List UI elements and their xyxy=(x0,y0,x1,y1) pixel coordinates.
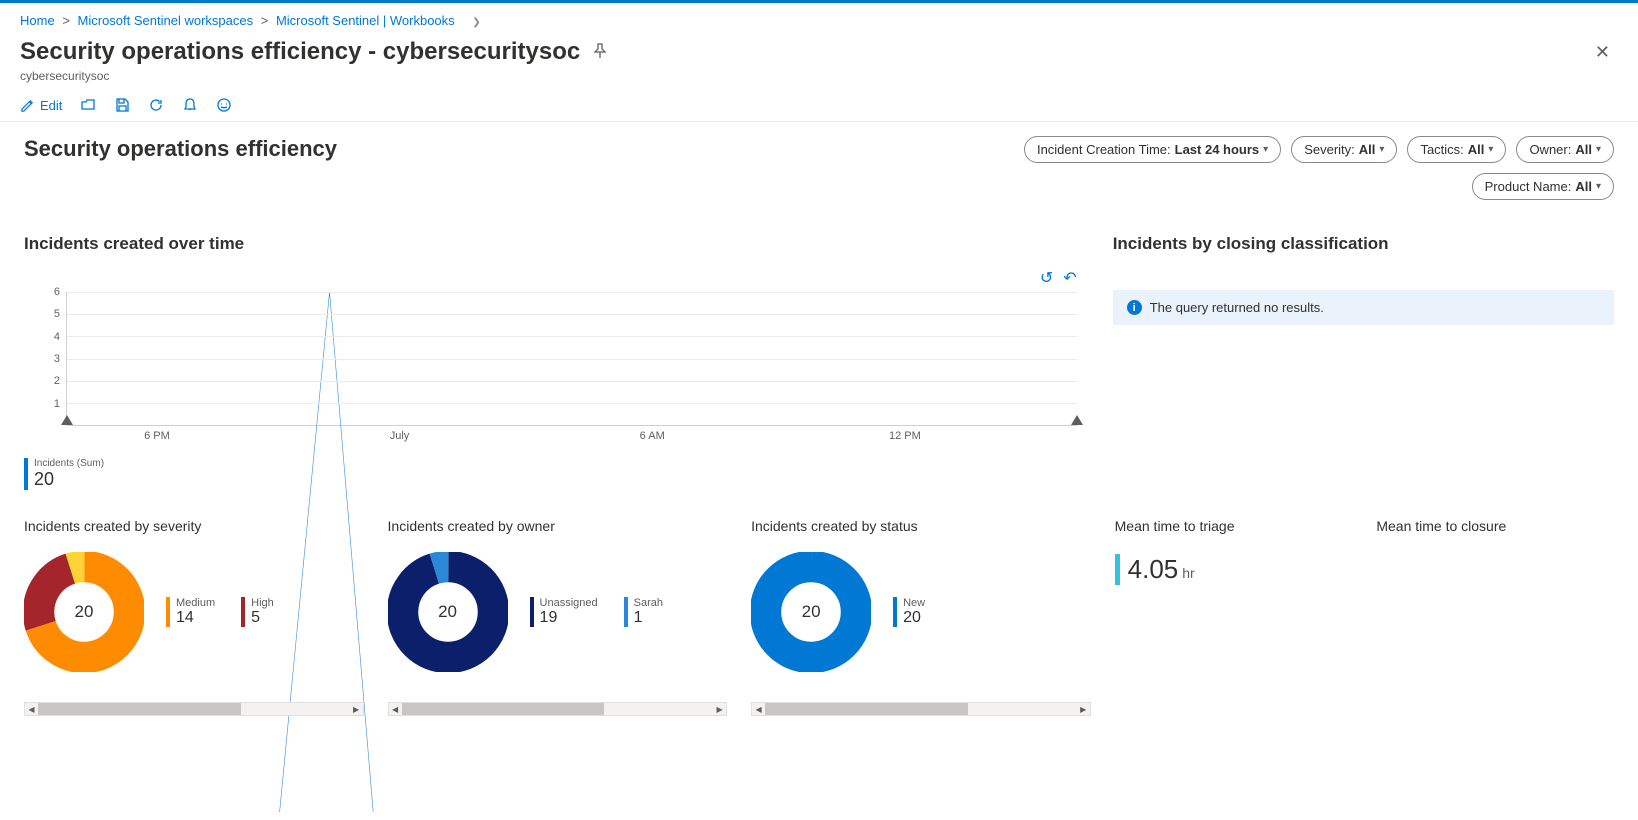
breadcrumb-link-workspaces[interactable]: Microsoft Sentinel workspaces xyxy=(78,13,254,28)
donut-status[interactable]: 20 xyxy=(751,552,871,672)
edit-button[interactable]: Edit xyxy=(20,98,62,113)
toolbar: Edit xyxy=(0,91,1638,122)
filter-incident-creation-time[interactable]: Incident Creation Time: Last 24 hours▾ xyxy=(1024,136,1281,163)
filter-product-name[interactable]: Product Name: All▾ xyxy=(1472,173,1614,200)
donut-owner[interactable]: 20 xyxy=(388,552,508,672)
panel-title-closing: Incidents by closing classification xyxy=(1113,234,1614,254)
breadcrumb: Home > Microsoft Sentinel workspaces > M… xyxy=(0,3,1638,34)
breadcrumb-more-icon[interactable]: ❯ xyxy=(472,17,480,28)
breadcrumb-link-home[interactable]: Home xyxy=(20,13,55,28)
page-subtitle: cybersecuritysoc xyxy=(0,67,1638,91)
no-results-banner: i The query returned no results. xyxy=(1113,290,1614,325)
breadcrumb-link-workbooks[interactable]: Microsoft Sentinel | Workbooks xyxy=(276,13,455,28)
save-icon[interactable] xyxy=(114,97,130,113)
panel-title-overtime: Incidents created over time xyxy=(24,234,1077,254)
close-icon[interactable]: ✕ xyxy=(1587,38,1618,67)
scrollbar-status[interactable]: ◀▶ xyxy=(751,702,1091,716)
notify-icon[interactable] xyxy=(182,97,198,113)
range-handle-right[interactable] xyxy=(1071,415,1083,425)
scrollbar-severity[interactable]: ◀▶ xyxy=(24,702,364,716)
filter-owner[interactable]: Owner: All▾ xyxy=(1516,136,1614,163)
donut-severity[interactable]: 20 xyxy=(24,552,144,672)
card-title-closure: Mean time to closure xyxy=(1376,518,1614,534)
chart-history-icon[interactable]: ↺ xyxy=(1040,268,1053,288)
metric-triage: 4.05 hr xyxy=(1115,554,1353,585)
line-chart[interactable]: 123456 6 PMJuly6 AM12 PM xyxy=(34,292,1077,452)
feedback-icon[interactable] xyxy=(216,97,232,113)
page-title: Security operations efficiency - cyberse… xyxy=(20,38,580,66)
refresh-icon[interactable] xyxy=(148,97,164,113)
scrollbar-owner[interactable]: ◀▶ xyxy=(388,702,728,716)
pin-icon[interactable] xyxy=(592,43,608,62)
filter-bar: Incident Creation Time: Last 24 hours▾ S… xyxy=(974,136,1614,200)
range-handle-left[interactable] xyxy=(61,415,73,425)
info-icon: i xyxy=(1127,300,1142,315)
card-title-triage: Mean time to triage xyxy=(1115,518,1353,534)
filter-severity[interactable]: Severity: All▾ xyxy=(1291,136,1397,163)
edit-label: Edit xyxy=(40,98,62,113)
section-title: Security operations efficiency xyxy=(24,136,337,162)
open-icon[interactable] xyxy=(80,97,96,113)
chart-undo-icon[interactable]: ↶ xyxy=(1063,268,1076,288)
filter-tactics[interactable]: Tactics: All▾ xyxy=(1407,136,1506,163)
